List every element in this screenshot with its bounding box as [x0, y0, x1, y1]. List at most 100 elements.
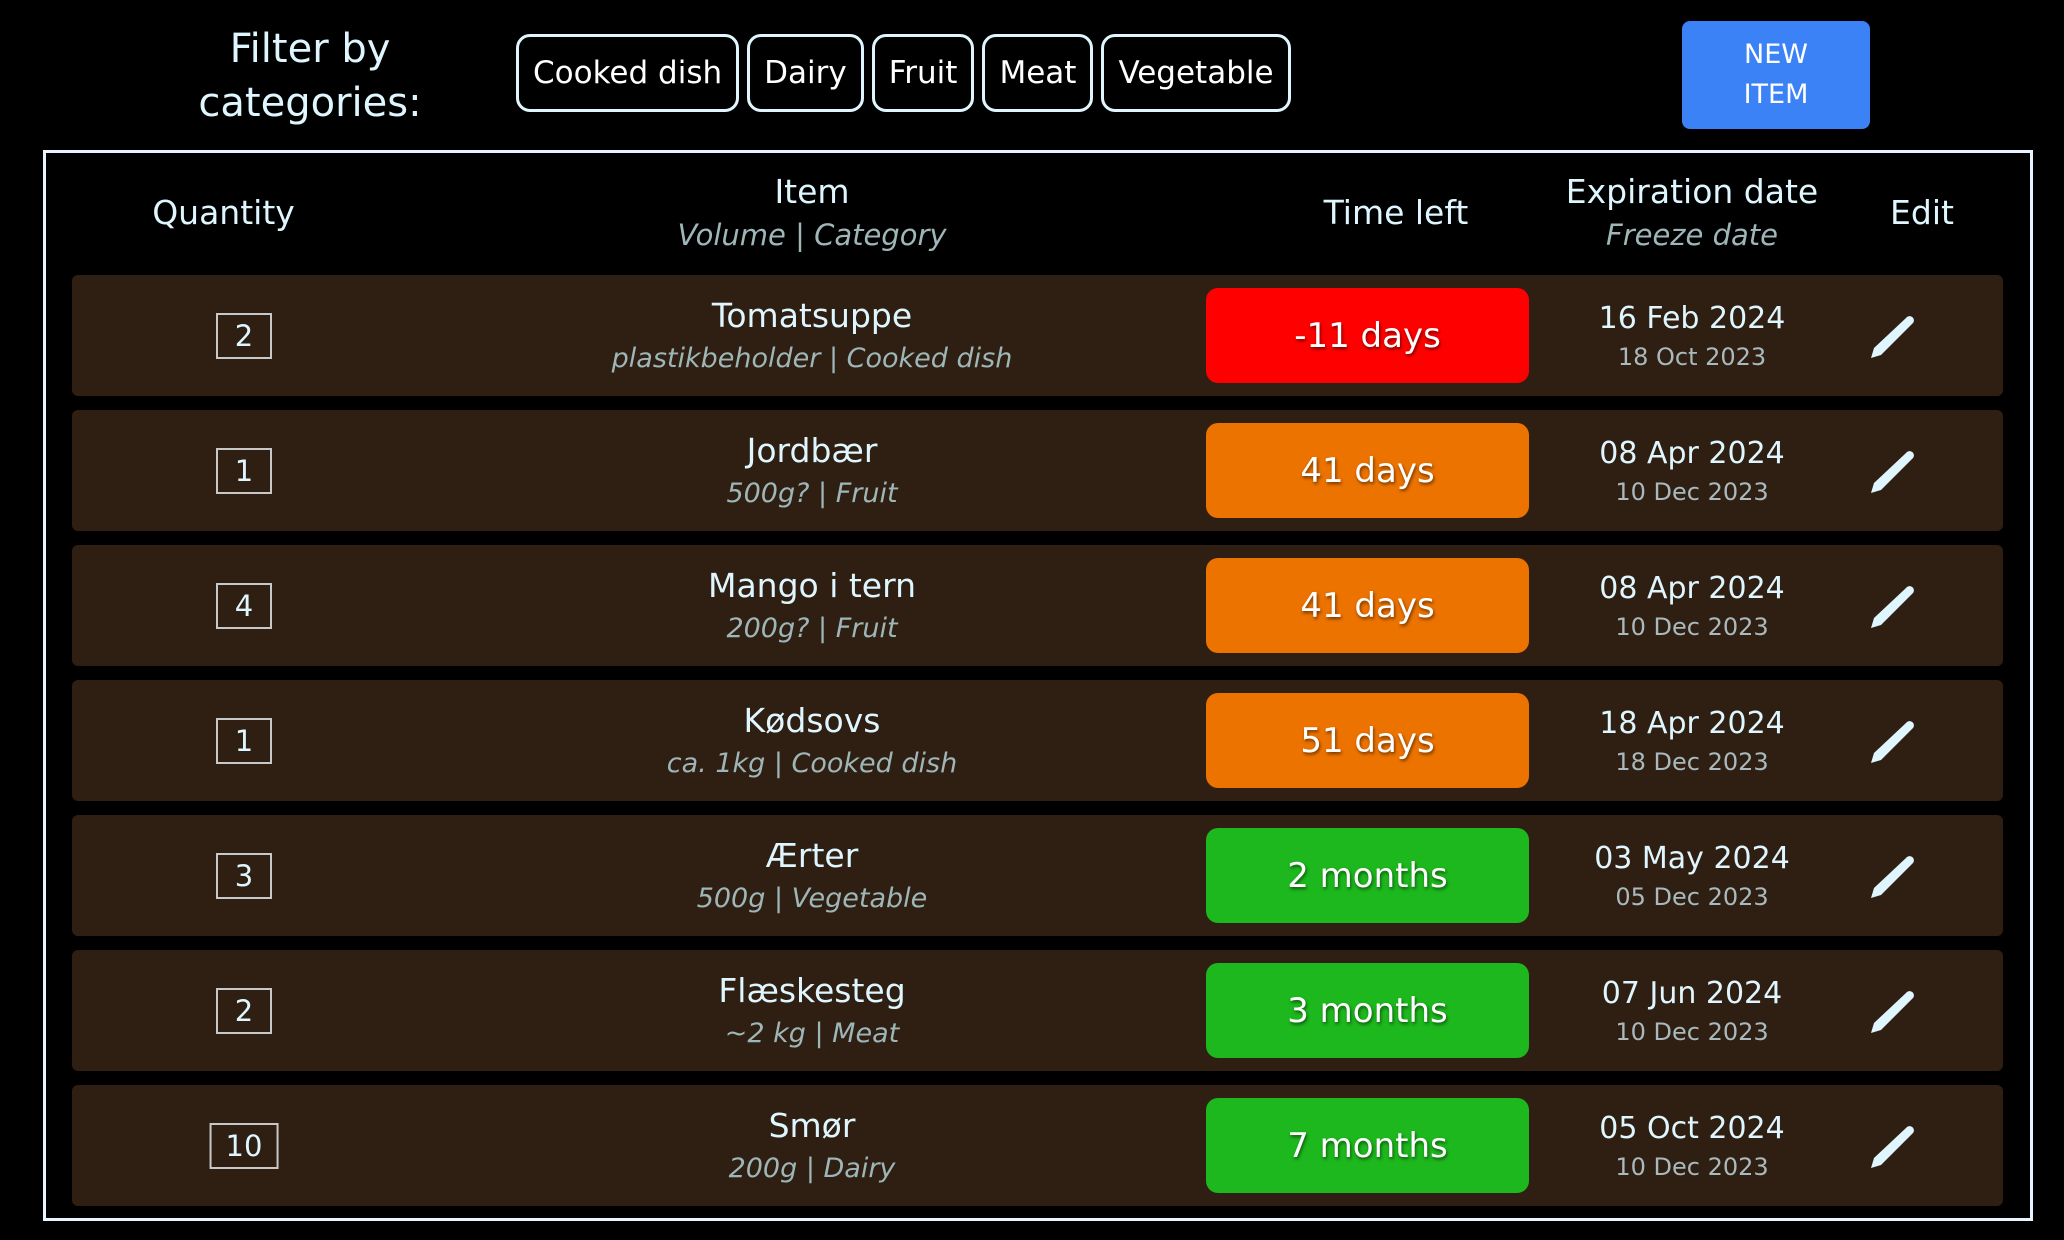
- edit-button[interactable]: [1867, 311, 1917, 361]
- date-cell: 03 May 2024 05 Dec 2023: [1542, 815, 1842, 936]
- item-volume-category: 500g | Vegetable: [696, 882, 928, 914]
- item-volume-category: 200g | Dairy: [728, 1152, 896, 1184]
- date-cell: 08 Apr 2024 10 Dec 2023: [1542, 545, 1842, 666]
- header-edit-label: Edit: [1890, 193, 1954, 232]
- new-item-label-line2: ITEM: [1743, 79, 1809, 110]
- chip-cooked-dish[interactable]: Cooked dish: [516, 34, 740, 112]
- item-volume-category: ca. 1kg | Cooked dish: [666, 747, 958, 779]
- item-volume-category: ~2 kg | Meat: [724, 1017, 900, 1049]
- pencil-icon: [1871, 856, 1914, 898]
- date-cell: 07 Jun 2024 10 Dec 2023: [1542, 950, 1842, 1071]
- chip-meat[interactable]: Meat: [982, 34, 1094, 112]
- time-left-badge: 3 months: [1206, 963, 1529, 1058]
- freeze-date: 05 Dec 2023: [1615, 882, 1769, 911]
- expiration-date: 03 May 2024: [1594, 840, 1790, 876]
- table-row: 1 Kødsovs ca. 1kg | Cooked dish 51 days …: [72, 680, 2003, 801]
- item-cell: Ærter 500g | Vegetable: [532, 815, 1092, 936]
- date-cell: 16 Feb 2024 18 Oct 2023: [1542, 275, 1842, 396]
- time-left-badge: -11 days: [1206, 288, 1529, 383]
- edit-button[interactable]: [1867, 581, 1917, 631]
- table-row: 2 Tomatsuppe plastikbeholder | Cooked di…: [72, 275, 2003, 396]
- chip-dairy[interactable]: Dairy: [747, 34, 864, 112]
- item-name: Flæskesteg: [718, 970, 906, 1010]
- new-item-button[interactable]: NEW ITEM: [1682, 21, 1870, 129]
- expiration-date: 07 Jun 2024: [1601, 975, 1783, 1011]
- expiration-date: 16 Feb 2024: [1598, 300, 1786, 336]
- item-name: Smør: [768, 1105, 856, 1145]
- item-volume-category: 500g? | Fruit: [726, 477, 898, 509]
- item-cell: Kødsovs ca. 1kg | Cooked dish: [532, 680, 1092, 801]
- item-name: Jordbær: [746, 430, 878, 470]
- inventory-table: Quantity Item Volume | Category Time lef…: [43, 150, 2033, 1221]
- date-cell: 18 Apr 2024 18 Dec 2023: [1542, 680, 1842, 801]
- quantity-value: 1: [216, 447, 272, 494]
- edit-button[interactable]: [1867, 851, 1917, 901]
- header-item-label: Item: [774, 172, 850, 211]
- header-expiration: Expiration date Freeze date: [1542, 153, 1842, 273]
- edit-button[interactable]: [1867, 716, 1917, 766]
- table-row: 2 Flæskesteg ~2 kg | Meat 3 months 07 Ju…: [72, 950, 2003, 1071]
- quantity-value: 2: [216, 312, 272, 359]
- time-left-badge: 7 months: [1206, 1098, 1529, 1193]
- item-name: Tomatsuppe: [711, 295, 913, 335]
- chip-fruit[interactable]: Fruit: [871, 34, 975, 112]
- header-freeze-sublabel: Freeze date: [1606, 218, 1778, 252]
- header-time-left: Time left: [1256, 153, 1536, 273]
- time-left-badge: 51 days: [1206, 693, 1529, 788]
- pencil-icon: [1871, 451, 1914, 493]
- quantity-value: 2: [216, 987, 272, 1034]
- header-quantity-label: Quantity: [152, 193, 295, 232]
- date-cell: 05 Oct 2024 10 Dec 2023: [1542, 1085, 1842, 1206]
- freeze-date: 10 Dec 2023: [1615, 1017, 1769, 1046]
- pencil-icon: [1871, 316, 1914, 358]
- header-quantity: Quantity: [111, 153, 336, 273]
- expiration-date: 08 Apr 2024: [1599, 570, 1785, 606]
- time-left-badge: 41 days: [1206, 558, 1529, 653]
- table-header: Quantity Item Volume | Category Time lef…: [46, 153, 2030, 273]
- table-row: 1 Jordbær 500g? | Fruit 41 days 08 Apr 2…: [72, 410, 2003, 531]
- item-cell: Tomatsuppe plastikbeholder | Cooked dish: [532, 275, 1092, 396]
- edit-button[interactable]: [1867, 1121, 1917, 1171]
- table-rows: 2 Tomatsuppe plastikbeholder | Cooked di…: [72, 275, 2003, 1220]
- time-left-badge: 41 days: [1206, 423, 1529, 518]
- pencil-icon: [1871, 586, 1914, 628]
- filter-label: Filter by categories:: [198, 26, 422, 126]
- quantity-value: 4: [216, 582, 272, 629]
- expiration-date: 18 Apr 2024: [1599, 705, 1785, 741]
- item-volume-category: 200g? | Fruit: [726, 612, 898, 644]
- quantity-value: 10: [209, 1122, 279, 1169]
- header-time-left-label: Time left: [1323, 193, 1469, 232]
- freeze-date: 10 Dec 2023: [1615, 1152, 1769, 1181]
- pencil-icon: [1871, 1126, 1914, 1168]
- freeze-date: 18 Dec 2023: [1615, 747, 1769, 776]
- item-cell: Jordbær 500g? | Fruit: [532, 410, 1092, 531]
- edit-button[interactable]: [1867, 986, 1917, 1036]
- header-item: Item Volume | Category: [532, 153, 1092, 273]
- item-cell: Mango i tern 200g? | Fruit: [532, 545, 1092, 666]
- item-cell: Flæskesteg ~2 kg | Meat: [532, 950, 1092, 1071]
- item-name: Kødsovs: [743, 700, 881, 740]
- header-edit: Edit: [1872, 153, 1972, 273]
- category-filter-chips: Cooked dish Dairy Fruit Meat Vegetable: [516, 34, 1291, 116]
- header-item-sublabel: Volume | Category: [677, 218, 947, 252]
- item-name: Ærter: [765, 835, 859, 875]
- new-item-label-line1: NEW: [1744, 39, 1808, 70]
- table-row: 4 Mango i tern 200g? | Fruit 41 days 08 …: [72, 545, 2003, 666]
- expiration-date: 08 Apr 2024: [1599, 435, 1785, 471]
- freeze-date: 10 Dec 2023: [1615, 477, 1769, 506]
- quantity-value: 1: [216, 717, 272, 764]
- expiration-date: 05 Oct 2024: [1599, 1110, 1785, 1146]
- item-cell: Smør 200g | Dairy: [532, 1085, 1092, 1206]
- pencil-icon: [1871, 991, 1914, 1033]
- freeze-date: 10 Dec 2023: [1615, 612, 1769, 641]
- quantity-value: 3: [216, 852, 272, 899]
- chip-vegetable[interactable]: Vegetable: [1101, 34, 1291, 112]
- pencil-icon: [1871, 721, 1914, 763]
- table-row: 3 Ærter 500g | Vegetable 2 months 03 May…: [72, 815, 2003, 936]
- edit-button[interactable]: [1867, 446, 1917, 496]
- table-row: 10 Smør 200g | Dairy 7 months 05 Oct 202…: [72, 1085, 2003, 1206]
- item-volume-category: plastikbeholder | Cooked dish: [611, 342, 1013, 374]
- date-cell: 08 Apr 2024 10 Dec 2023: [1542, 410, 1842, 531]
- freeze-date: 18 Oct 2023: [1617, 342, 1767, 371]
- item-name: Mango i tern: [707, 565, 917, 605]
